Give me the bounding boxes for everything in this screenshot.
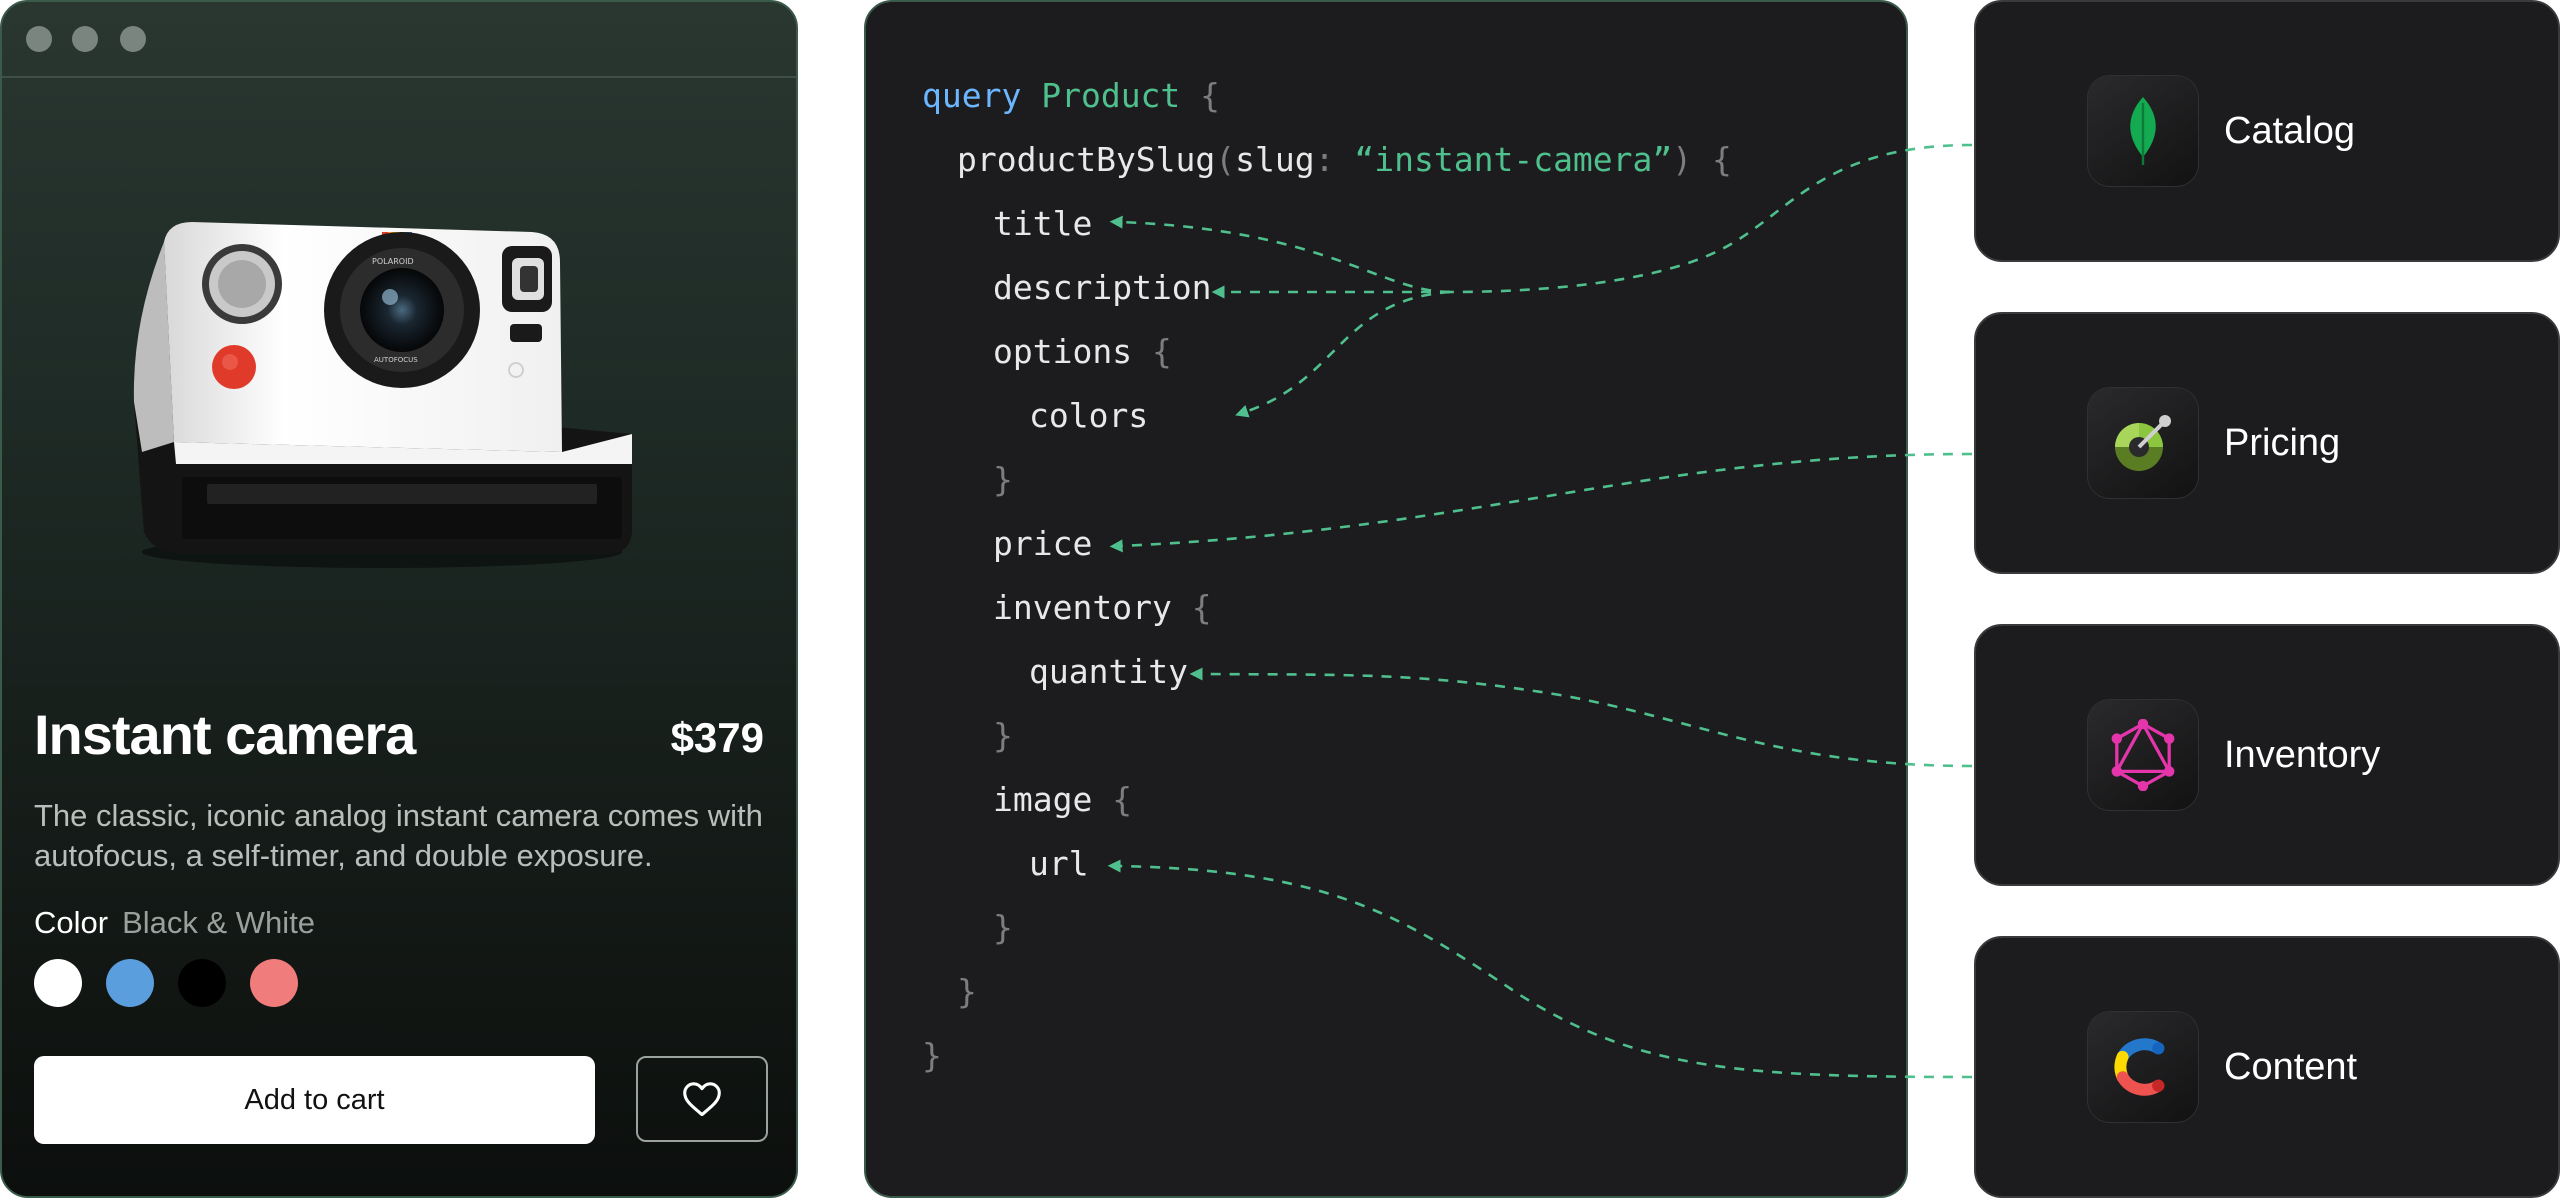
window-dot[interactable] <box>26 26 52 52</box>
code-line-image: image { <box>993 780 1133 819</box>
field-productBySlug: productBySlug <box>957 140 1216 179</box>
brace: { <box>1200 76 1221 115</box>
brace: } <box>993 908 1013 947</box>
wishlist-button[interactable] <box>636 1056 768 1142</box>
service-name: Content <box>2224 1046 2358 1088</box>
code-line-options: options { <box>993 332 1172 371</box>
service-card-content[interactable]: Content <box>1974 936 2560 1198</box>
color-swatch-black[interactable] <box>178 959 226 1007</box>
field-description: description <box>993 268 1212 307</box>
product-price: $379 <box>670 714 764 761</box>
brace: } <box>957 972 977 1011</box>
field-price: price <box>993 524 1093 563</box>
contentful-icon <box>2088 1012 2198 1122</box>
arg-slug: slug <box>1235 140 1315 179</box>
brace: } <box>993 716 1013 755</box>
field-quantity: quantity <box>1029 652 1188 691</box>
graphql-query-panel: query Product { productBySlug(slug: “ins… <box>864 0 1908 1198</box>
color-swatch-white[interactable] <box>34 959 82 1007</box>
service-card-inventory[interactable]: Inventory <box>1974 624 2560 886</box>
color-label: Color <box>34 905 109 940</box>
service-name: Catalog <box>2224 110 2355 152</box>
code-line-query: query Product { <box>922 76 1220 115</box>
query-name: Product <box>1041 76 1181 115</box>
query-keyword: query <box>922 76 1022 115</box>
color-selector-label: Color Black & White <box>34 905 315 941</box>
gauge-icon <box>2088 388 2198 498</box>
field-inventory: inventory <box>993 588 1172 627</box>
brace: } <box>993 460 1013 499</box>
brace: } <box>922 1036 942 1075</box>
color-swatch-coral[interactable] <box>250 959 298 1007</box>
field-options: options <box>993 332 1133 371</box>
add-to-cart-button[interactable]: Add to cart <box>34 1056 595 1144</box>
graphql-icon <box>2088 700 2198 810</box>
window-dot[interactable] <box>120 26 146 52</box>
field-colors: colors <box>1029 396 1149 435</box>
field-image: image <box>993 780 1093 819</box>
window-titlebar <box>2 2 796 78</box>
field-title: title <box>993 204 1093 243</box>
camera-brand-text: POLAROID <box>372 257 414 266</box>
product-card: POLAROID AUTOFOCUS Instant camera $379 T… <box>0 0 798 1198</box>
code-line-inventory: inventory { <box>993 588 1212 627</box>
leaf-icon <box>2088 76 2198 186</box>
window-dot[interactable] <box>72 26 98 52</box>
arg-slug-value: “instant-camera” <box>1354 140 1673 179</box>
service-name: Pricing <box>2224 422 2341 464</box>
color-swatch-blue[interactable] <box>106 959 154 1007</box>
code-line-product-by-slug: productBySlug(slug: “instant-camera”) { <box>957 140 1732 179</box>
camera-image: POLAROID AUTOFOCUS <box>133 222 632 568</box>
service-card-pricing[interactable]: Pricing <box>1974 312 2560 574</box>
field-url: url <box>1029 844 1089 883</box>
selected-color: Black & White <box>122 905 316 940</box>
product-title: Instant camera <box>34 703 416 766</box>
service-card-catalog[interactable]: Catalog <box>1974 0 2560 262</box>
product-description: The classic, iconic analog instant camer… <box>34 798 763 873</box>
service-name: Inventory <box>2224 734 2381 776</box>
heart-icon <box>683 1082 721 1117</box>
camera-autofocus-text: AUTOFOCUS <box>374 356 418 364</box>
